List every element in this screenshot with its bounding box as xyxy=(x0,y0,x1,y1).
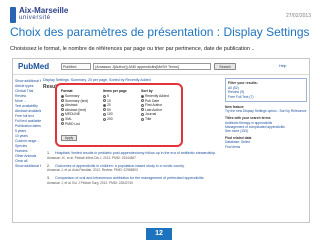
per-page-option-label: 20 xyxy=(107,103,111,108)
search-input[interactable]: (Amasson J[Author]) AND appendicitis[MeS… xyxy=(93,63,211,70)
help-link[interactable]: Help xyxy=(279,64,286,68)
result-number: 3. xyxy=(47,176,50,180)
result-item: 1. Hospitals' limited results in pediatri… xyxy=(47,151,257,160)
per-page-option-label: 100 xyxy=(107,112,113,117)
slide-date: 27/02/2013 xyxy=(285,13,311,19)
format-option-label: PMID List xyxy=(65,121,80,126)
radio-button[interactable] xyxy=(141,103,144,107)
per-page-column: Items per page 5 10 20 50 100 200 xyxy=(103,89,127,122)
format-option-label: MEDLINE xyxy=(65,112,81,117)
per-page-option-label: 5 xyxy=(107,94,109,99)
sidebar-block: Find related data Database: Select Find it… xyxy=(225,136,307,149)
right-sidebar: Filter your results: All (52) Review (9) F… xyxy=(225,78,307,152)
slide-subtitle: Choisissez le format, le nombre de référ… xyxy=(10,46,255,52)
sort-option-label: Journal xyxy=(145,112,157,117)
per-page-heading: Items per page xyxy=(103,89,127,93)
search-button[interactable]: Search xyxy=(214,63,236,70)
radio-button[interactable] xyxy=(103,113,106,117)
radio-button[interactable] xyxy=(61,99,64,103)
radio-button[interactable] xyxy=(103,108,106,112)
page-number: 12 xyxy=(146,228,172,240)
format-option-label: XML xyxy=(65,117,72,122)
per-page-option-label: 10 xyxy=(107,98,111,103)
apply-button[interactable]: Apply xyxy=(61,135,77,141)
format-column: Format Summary Summary (text) Abstract Abst… xyxy=(61,89,88,126)
sort-option-label: Recently Added xyxy=(145,94,169,99)
display-settings-panel: Format Summary Summary (text) Abstract Abst… xyxy=(55,83,183,147)
radio-button[interactable] xyxy=(61,94,64,98)
sidebar-block: New feature Try the new Display Settings … xyxy=(225,105,307,113)
result-citation: Amasson JC, et al. Pediatr Infect Dis J.… xyxy=(47,155,136,160)
radio-button[interactable] xyxy=(141,94,144,98)
sort-option[interactable]: Title xyxy=(141,117,169,122)
sidebar-block: Titles with your search terms Antibiotic … xyxy=(225,116,307,133)
result-title[interactable]: Hospitals' limited results in pediatric … xyxy=(55,151,216,155)
filter-link[interactable]: Free Full Text (7) xyxy=(228,95,304,100)
pubmed-screenshot: PubMed PubMed (Amasson J[Author]) AND ap… xyxy=(12,58,310,223)
result-title[interactable]: Outcomes of appendicitis in children: a … xyxy=(55,164,185,168)
format-option-label: Summary xyxy=(65,94,80,99)
database-select[interactable]: PubMed xyxy=(61,63,91,70)
radio-button[interactable] xyxy=(103,117,106,121)
filters-sidebar: Show additional filtersArticle typesClin… xyxy=(15,79,41,169)
pubmed-header: PubMed PubMed (Amasson J[Author]) AND ap… xyxy=(13,59,309,75)
radio-button[interactable] xyxy=(141,117,144,121)
radio-button[interactable] xyxy=(61,108,64,112)
slide-title: Choix des paramètres de présentation : D… xyxy=(10,25,310,39)
display-settings-link[interactable]: Display Settings: Summary, 20 per page, … xyxy=(43,78,151,82)
university-logo: Aix-Marseille université xyxy=(10,5,68,25)
pubmed-logo: PubMed xyxy=(18,62,50,71)
result-item: 2. Outcomes of appendicitis in children: … xyxy=(47,164,257,173)
format-option-label: Summary (text) xyxy=(65,98,89,103)
sort-column: Sort by Recently Added Pub Date First Auth… xyxy=(141,89,169,122)
sidebar-block-link[interactable]: Try the new Display Settings option - So… xyxy=(225,109,307,113)
sort-heading: Sort by xyxy=(141,89,153,93)
radio-button[interactable] xyxy=(103,103,106,107)
sort-option-label: Pub Date xyxy=(145,98,160,103)
radio-button[interactable] xyxy=(141,113,144,117)
logo-name: Aix-Marseille xyxy=(19,6,69,15)
format-option[interactable]: PMID List xyxy=(61,122,88,127)
radio-button[interactable] xyxy=(141,99,144,103)
result-citation: Amasson J, et al. Acta Paediatr. 2012. R… xyxy=(47,168,138,172)
radio-button[interactable] xyxy=(141,108,144,112)
sort-option-label: First Author xyxy=(145,103,163,108)
sort-option-label: Title xyxy=(145,117,152,122)
logo-subname: université xyxy=(19,15,51,21)
filter-box: Filter your results: All (52) Review (9) F… xyxy=(225,78,307,102)
format-option-label: Abstract (text) xyxy=(65,107,87,112)
sidebar-filter-item[interactable]: Show additional filters xyxy=(15,164,41,169)
result-citation: Amasson J, et al. Eur J Pediatr Surg. 20… xyxy=(47,180,133,185)
result-list: 1. Hospitals' limited results in pediatri… xyxy=(47,151,257,189)
format-option-label: Abstract xyxy=(65,103,78,108)
radio-button[interactable] xyxy=(61,113,64,117)
radio-button[interactable] xyxy=(103,99,106,103)
per-page-option-label: 200 xyxy=(107,117,113,122)
sidebar-block-link[interactable]: Find items xyxy=(225,145,307,149)
radio-button[interactable] xyxy=(103,94,106,98)
result-title[interactable]: Comparison of oral and intravenous antib… xyxy=(55,176,204,180)
sort-option-label: Last Author xyxy=(145,107,163,112)
radio-button[interactable] xyxy=(61,103,64,107)
result-number: 1. xyxy=(47,151,50,155)
format-heading: Format xyxy=(61,89,73,93)
per-page-option-label: 50 xyxy=(107,107,111,112)
radio-button[interactable] xyxy=(61,122,64,126)
logo-bar xyxy=(10,7,16,23)
radio-button[interactable] xyxy=(61,117,64,121)
per-page-option[interactable]: 200 xyxy=(103,117,127,122)
result-item: 3. Comparison of oral and intravenous ant… xyxy=(47,176,257,185)
sidebar-block-link[interactable]: See more (153) xyxy=(225,129,307,133)
